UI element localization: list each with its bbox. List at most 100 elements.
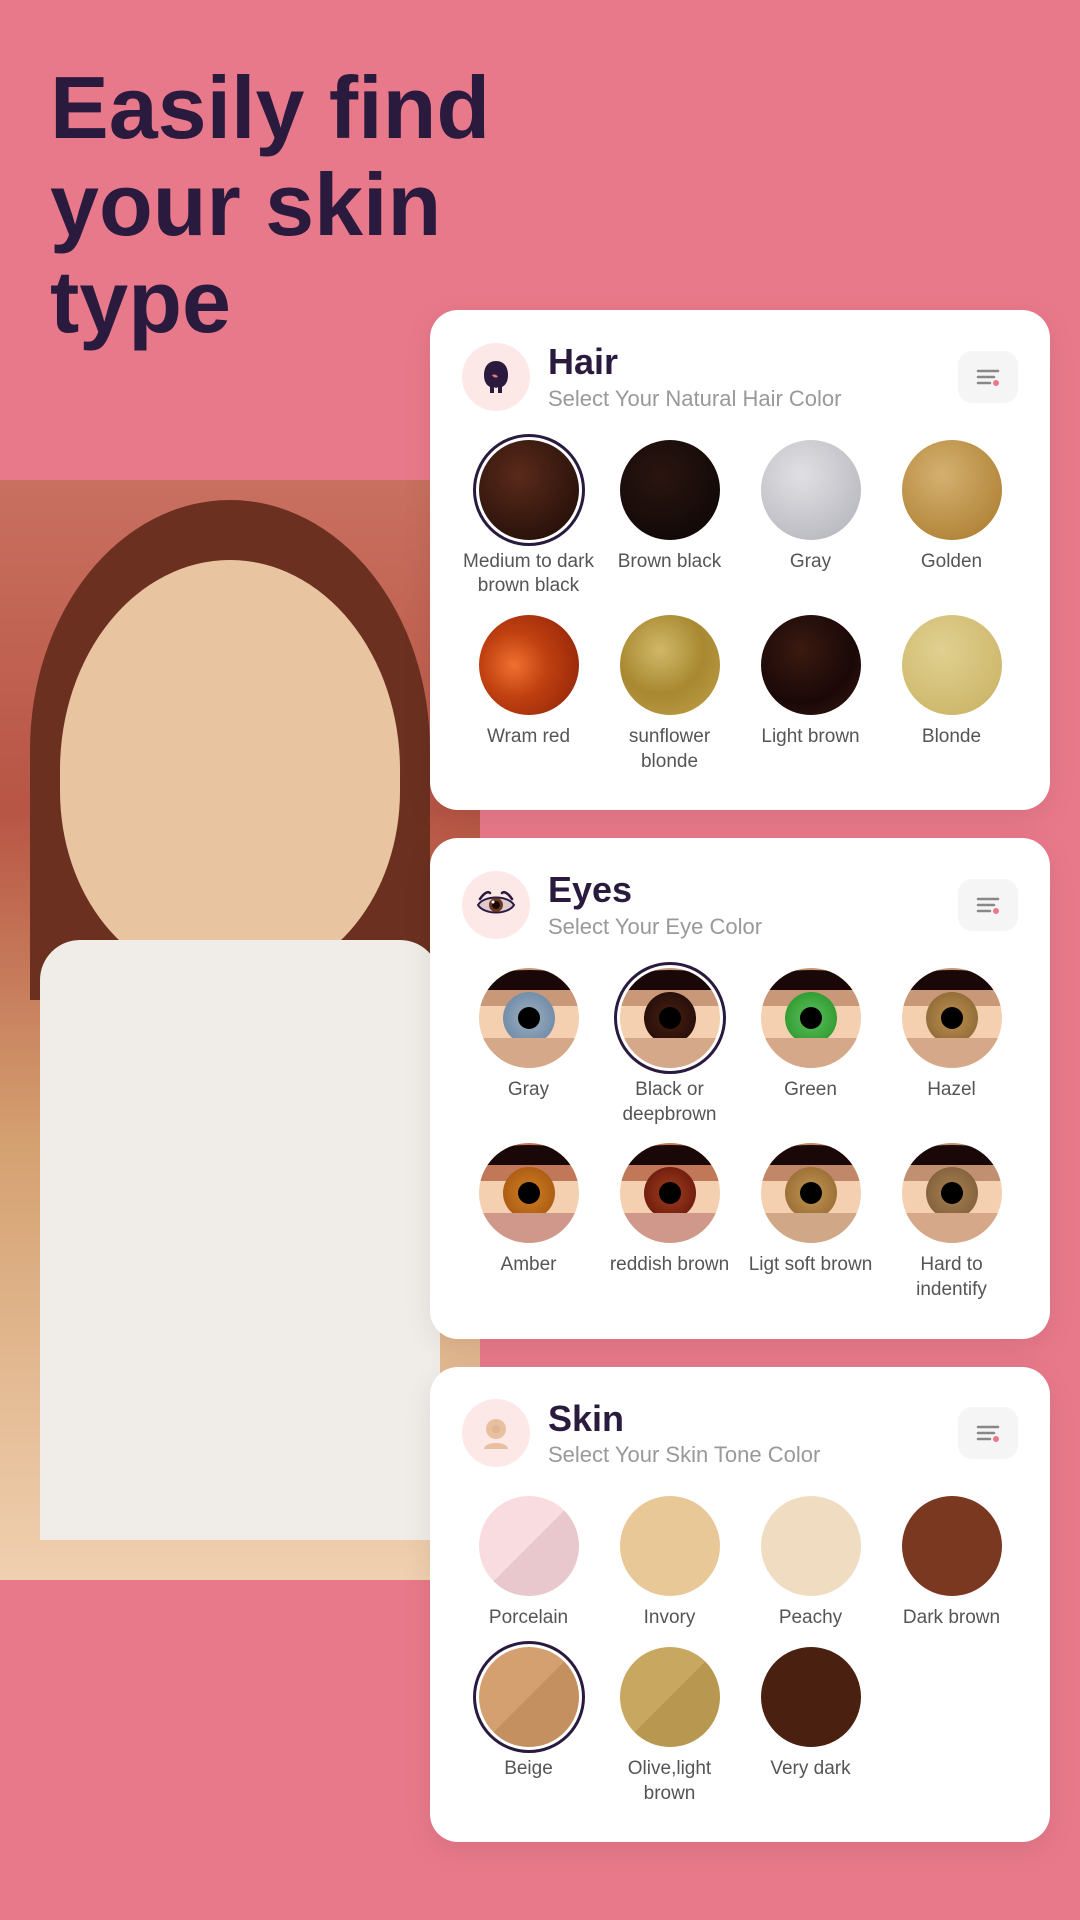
eye-gray-circle	[479, 968, 579, 1068]
hair-brown-black-circle	[620, 440, 720, 540]
eye-hard-label: Hard to indentify	[885, 1253, 1018, 1302]
hair-sunflower-circle	[620, 615, 720, 715]
hair-color-medium-dark[interactable]: Medium to dark brown black	[462, 440, 595, 599]
hair-golden-circle	[902, 440, 1002, 540]
hair-golden-label: Golden	[921, 550, 982, 575]
eye-color-hard-identify[interactable]: Hard to indentify	[885, 1143, 1018, 1302]
eye-hazel-label: Hazel	[927, 1078, 976, 1103]
eye-ligt-label: Ligt soft brown	[749, 1253, 873, 1278]
hair-medium-dark-circle	[479, 440, 579, 540]
hair-color-blonde[interactable]: Blonde	[885, 615, 1018, 774]
skin-title-group: Skin Select Your Skin Tone Color	[548, 1399, 820, 1469]
hair-color-golden[interactable]: Golden	[885, 440, 1018, 599]
hair-icon	[462, 343, 530, 411]
eye-color-reddish-brown[interactable]: reddish brown	[603, 1143, 736, 1302]
eyes-filter-button[interactable]	[958, 879, 1018, 931]
skin-olive-label: Olive,light brown	[603, 1757, 736, 1806]
hair-blonde-circle	[902, 615, 1002, 715]
skin-card: Skin Select Your Skin Tone Color Porcela…	[430, 1367, 1050, 1843]
skin-dark-brown-circle	[902, 1496, 1002, 1596]
hair-title: Hair	[548, 342, 841, 382]
hair-color-brown-black[interactable]: Brown black	[603, 440, 736, 599]
eye-hazel-circle	[902, 968, 1002, 1068]
hair-color-sunflower[interactable]: sunflower blonde	[603, 615, 736, 774]
skin-icon	[462, 1399, 530, 1467]
eye-reddish-label: reddish brown	[610, 1253, 729, 1278]
hero-title: Easily find your skin type	[50, 60, 570, 350]
person-photo	[0, 480, 480, 1580]
eye-black-label: Black or deepbrown	[603, 1078, 736, 1127]
eye-hard-circle	[902, 1143, 1002, 1243]
hair-blonde-label: Blonde	[922, 725, 981, 750]
hair-medium-dark-label: Medium to dark brown black	[462, 550, 595, 599]
skin-very-dark-circle	[761, 1647, 861, 1747]
skin-beige-label: Beige	[504, 1757, 553, 1782]
hair-color-light-brown[interactable]: Light brown	[744, 615, 877, 774]
skin-color-dark-brown[interactable]: Dark brown	[885, 1496, 1018, 1631]
eye-icon	[462, 871, 530, 939]
skin-ivory-label: Invory	[644, 1606, 696, 1631]
eye-green-circle	[761, 968, 861, 1068]
skin-color-grid: Porcelain Invory Peachy Dark brown Beige…	[462, 1496, 1018, 1806]
skin-color-porcelain[interactable]: Porcelain	[462, 1496, 595, 1631]
eye-color-amber[interactable]: Amber	[462, 1143, 595, 1302]
skin-color-ivory[interactable]: Invory	[603, 1496, 736, 1631]
eyes-color-grid: Gray Black or deepbrown	[462, 968, 1018, 1303]
eyes-title: Eyes	[548, 870, 762, 910]
hair-filter-button[interactable]	[958, 351, 1018, 403]
skin-ivory-circle	[620, 1496, 720, 1596]
hair-sunflower-label: sunflower blonde	[603, 725, 736, 774]
hair-color-grid: Medium to dark brown black Brown black G…	[462, 440, 1018, 775]
eye-color-ligt-soft[interactable]: Ligt soft brown	[744, 1143, 877, 1302]
eye-amber-circle	[479, 1143, 579, 1243]
skin-olive-circle	[620, 1647, 720, 1747]
hair-header-left: Hair Select Your Natural Hair Color	[462, 342, 841, 412]
hair-gray-circle	[761, 440, 861, 540]
hair-card-header: Hair Select Your Natural Hair Color	[462, 342, 1018, 412]
hair-color-warm-red[interactable]: Wram red	[462, 615, 595, 774]
hair-gray-label: Gray	[790, 550, 831, 575]
skin-color-beige[interactable]: Beige	[462, 1647, 595, 1806]
eye-color-gray[interactable]: Gray	[462, 968, 595, 1127]
eye-ligt-circle	[761, 1143, 861, 1243]
skin-porcelain-label: Porcelain	[489, 1606, 568, 1631]
eyes-subtitle: Select Your Eye Color	[548, 914, 762, 940]
cards-container: Hair Select Your Natural Hair Color Medi…	[430, 310, 1050, 1842]
eye-color-black-deep[interactable]: Black or deepbrown	[603, 968, 736, 1127]
skin-dark-brown-label: Dark brown	[903, 1606, 1000, 1631]
hair-color-gray[interactable]: Gray	[744, 440, 877, 599]
hair-subtitle: Select Your Natural Hair Color	[548, 386, 841, 412]
hero-section: Easily find your skin type	[50, 60, 570, 350]
skin-color-olive-light[interactable]: Olive,light brown	[603, 1647, 736, 1806]
eye-black-circle	[620, 968, 720, 1068]
eye-color-hazel[interactable]: Hazel	[885, 968, 1018, 1127]
skin-color-very-dark[interactable]: Very dark	[744, 1647, 877, 1806]
hair-brown-black-label: Brown black	[618, 550, 722, 575]
eyes-card-header: Eyes Select Your Eye Color	[462, 870, 1018, 940]
person-body	[40, 940, 440, 1540]
eyes-header-left: Eyes Select Your Eye Color	[462, 870, 762, 940]
skin-porcelain-circle	[479, 1496, 579, 1596]
eyes-card: Eyes Select Your Eye Color	[430, 838, 1050, 1338]
skin-subtitle: Select Your Skin Tone Color	[548, 1442, 820, 1468]
hair-title-group: Hair Select Your Natural Hair Color	[548, 342, 841, 412]
hair-warm-red-circle	[479, 615, 579, 715]
eye-gray-label: Gray	[508, 1078, 549, 1103]
hair-card: Hair Select Your Natural Hair Color Medi…	[430, 310, 1050, 810]
skin-header-left: Skin Select Your Skin Tone Color	[462, 1399, 820, 1469]
skin-color-peachy[interactable]: Peachy	[744, 1496, 877, 1631]
skin-peachy-circle	[761, 1496, 861, 1596]
skin-peachy-label: Peachy	[779, 1606, 842, 1631]
eye-color-green[interactable]: Green	[744, 968, 877, 1127]
skin-title: Skin	[548, 1399, 820, 1439]
skin-beige-circle	[479, 1647, 579, 1747]
hair-warm-red-label: Wram red	[487, 725, 570, 750]
person-face	[60, 560, 400, 980]
skin-very-dark-label: Very dark	[770, 1757, 850, 1782]
eye-reddish-circle	[620, 1143, 720, 1243]
hair-light-brown-circle	[761, 615, 861, 715]
eyes-title-group: Eyes Select Your Eye Color	[548, 870, 762, 940]
skin-card-header: Skin Select Your Skin Tone Color	[462, 1399, 1018, 1469]
skin-filter-button[interactable]	[958, 1407, 1018, 1459]
eye-amber-label: Amber	[501, 1253, 557, 1278]
